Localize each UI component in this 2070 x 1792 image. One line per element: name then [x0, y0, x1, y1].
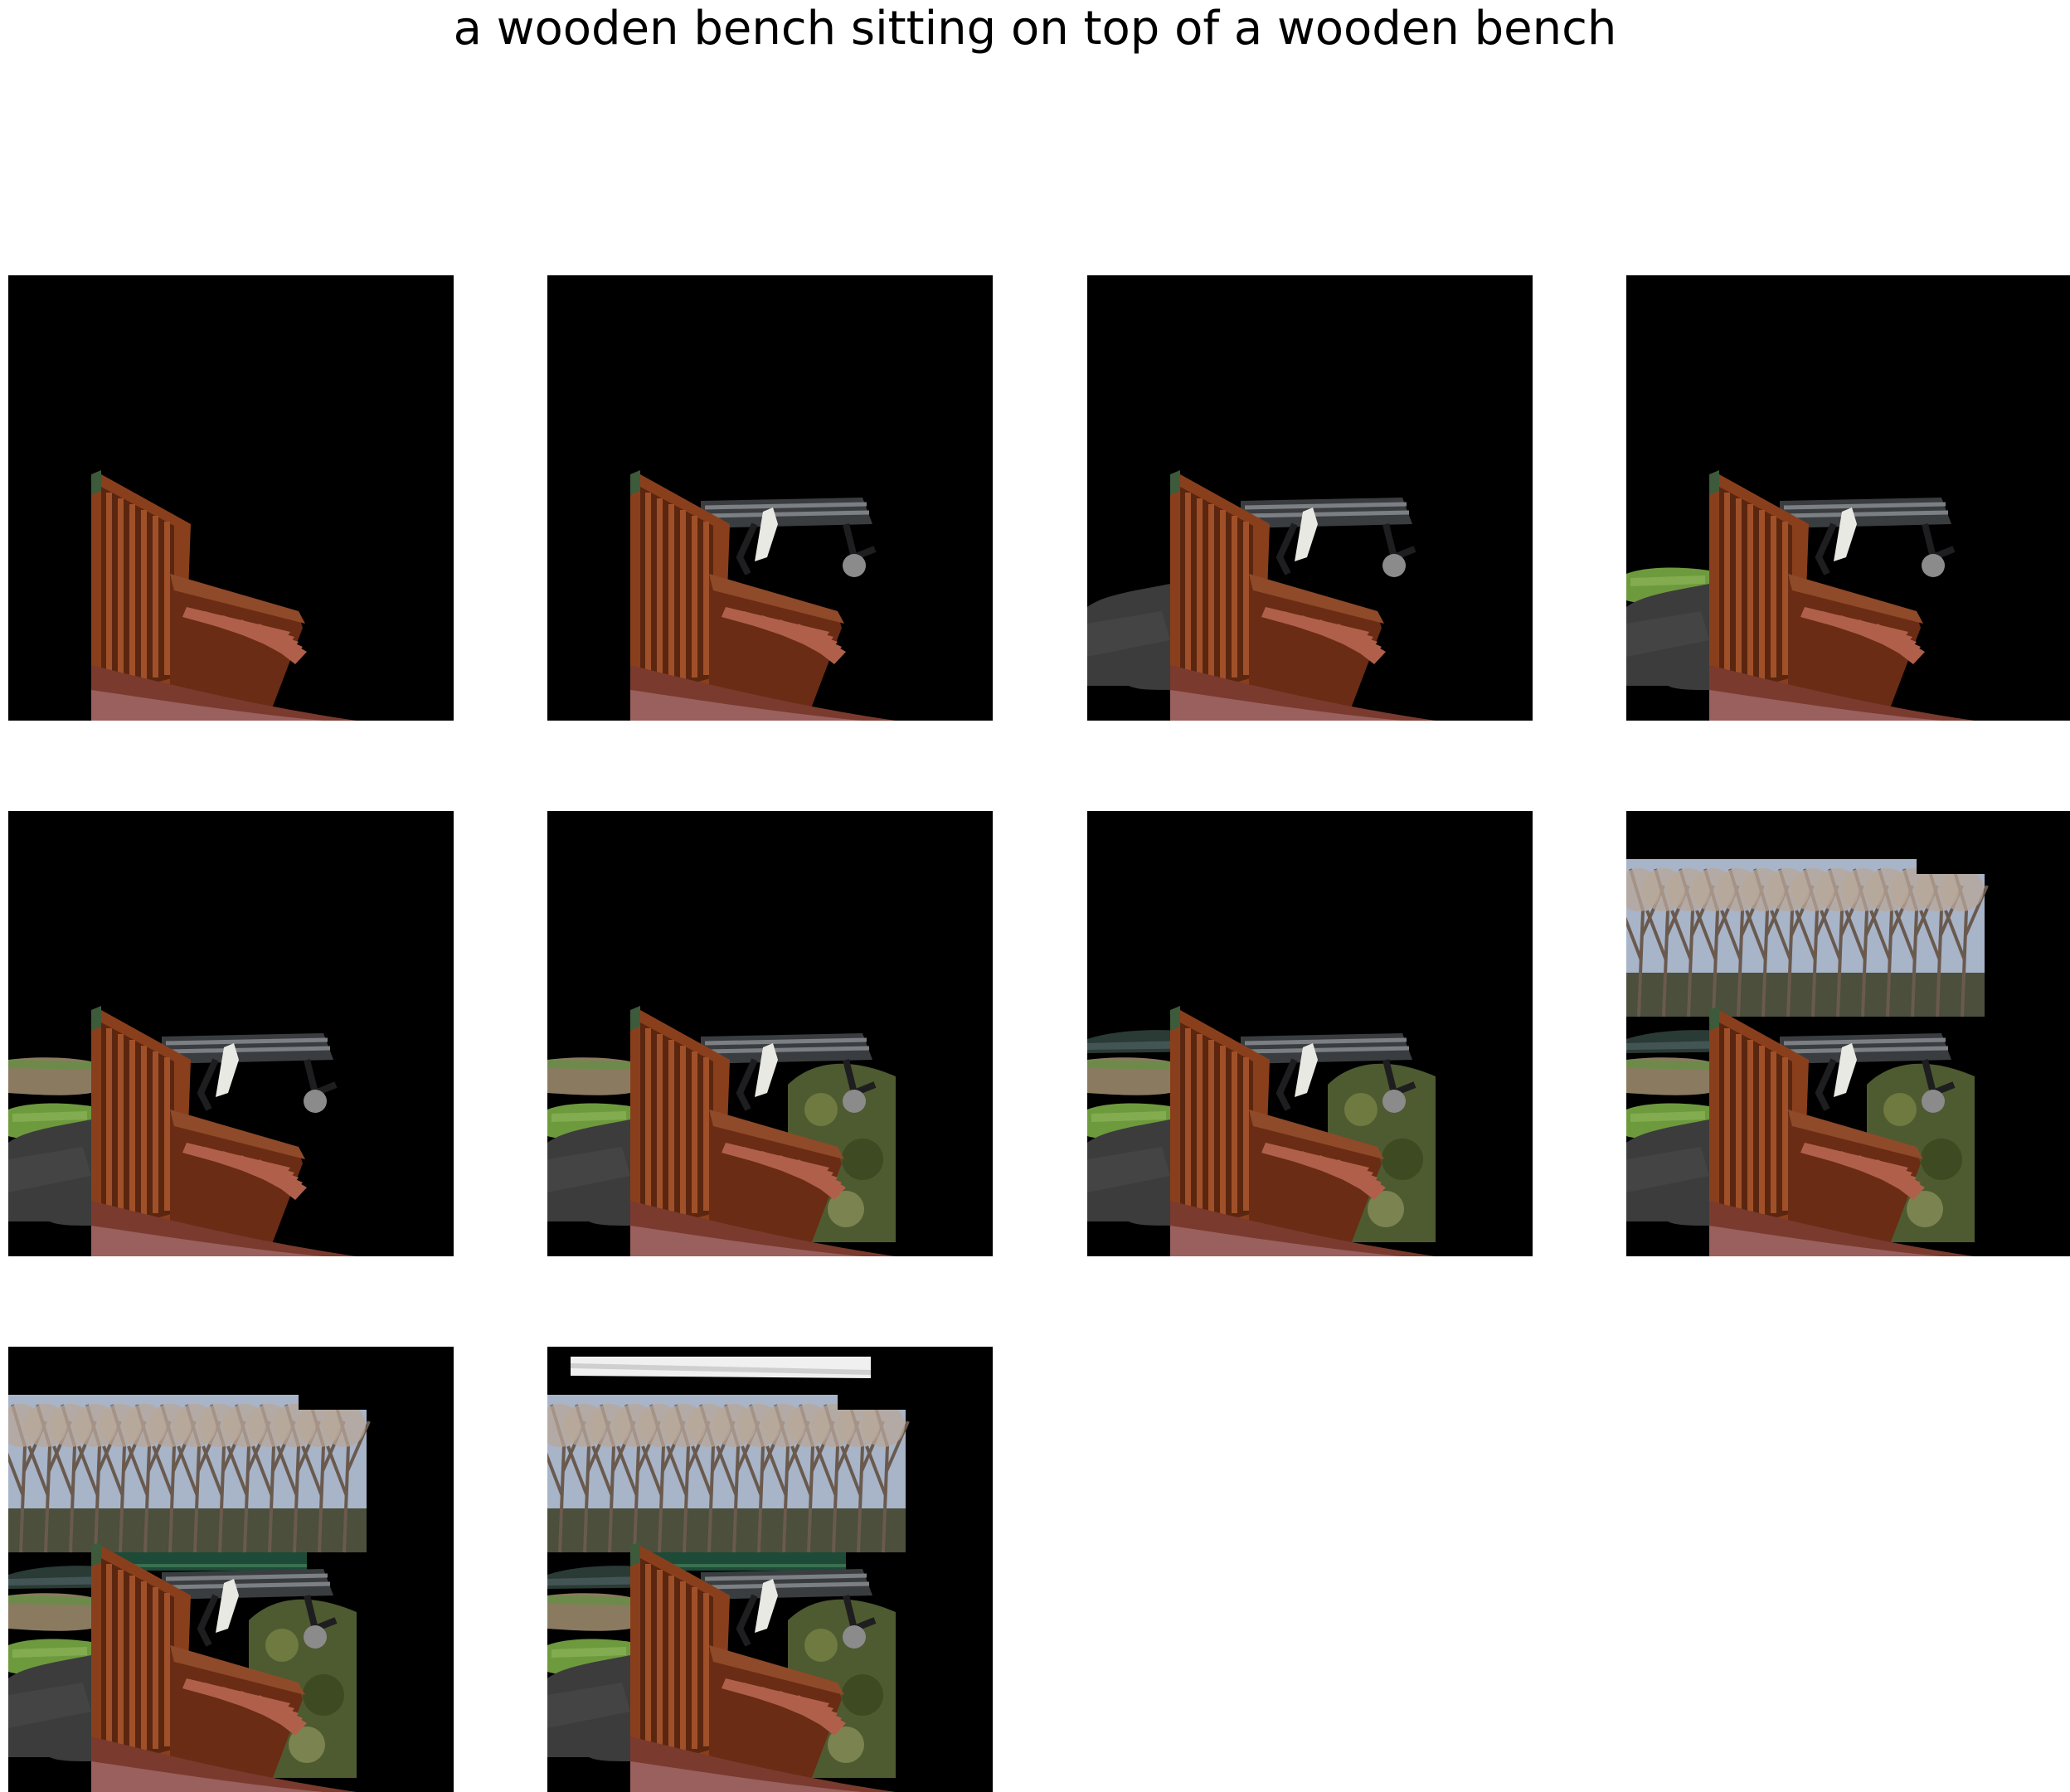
collage-image-10 — [547, 1347, 993, 1792]
collage-image-3 — [1087, 275, 1533, 721]
layer-roof — [571, 1357, 871, 1378]
collage-panel-7 — [1087, 811, 1533, 1256]
layer-dirt — [8, 1593, 91, 1631]
collage-panel-5 — [8, 811, 454, 1256]
collage-image-1 — [8, 275, 454, 721]
collage-panel-8 — [1626, 811, 2070, 1256]
collage-image-2 — [547, 275, 993, 721]
collage-image-5 — [8, 811, 454, 1256]
layer-dirt — [1087, 1057, 1170, 1095]
collage-panel-3 — [1087, 275, 1533, 721]
layer-dirt — [547, 1057, 630, 1095]
layer-dirt — [547, 1593, 630, 1631]
collage-image-7 — [1087, 811, 1533, 1256]
figure-title: a wooden bench sitting on top of a woode… — [453, 2, 1617, 56]
collage-image-4 — [1626, 275, 2070, 721]
collage-image-9 — [8, 1347, 454, 1792]
collage-panel-4 — [1626, 275, 2070, 721]
collage-image-6 — [547, 811, 993, 1256]
layer-dirt — [1626, 1057, 1709, 1095]
layer-trees — [547, 1395, 910, 1553]
layer-dirt — [8, 1057, 91, 1095]
layer-trees — [8, 1395, 371, 1553]
collage-panel-2 — [547, 275, 993, 721]
layer-trees — [1626, 859, 1989, 1017]
collage-panel-10 — [547, 1347, 993, 1792]
collage-panel-6 — [547, 811, 993, 1256]
collage-panel-1 — [8, 275, 454, 721]
collage-panel-9 — [8, 1347, 454, 1792]
collage-image-8 — [1626, 811, 2070, 1256]
